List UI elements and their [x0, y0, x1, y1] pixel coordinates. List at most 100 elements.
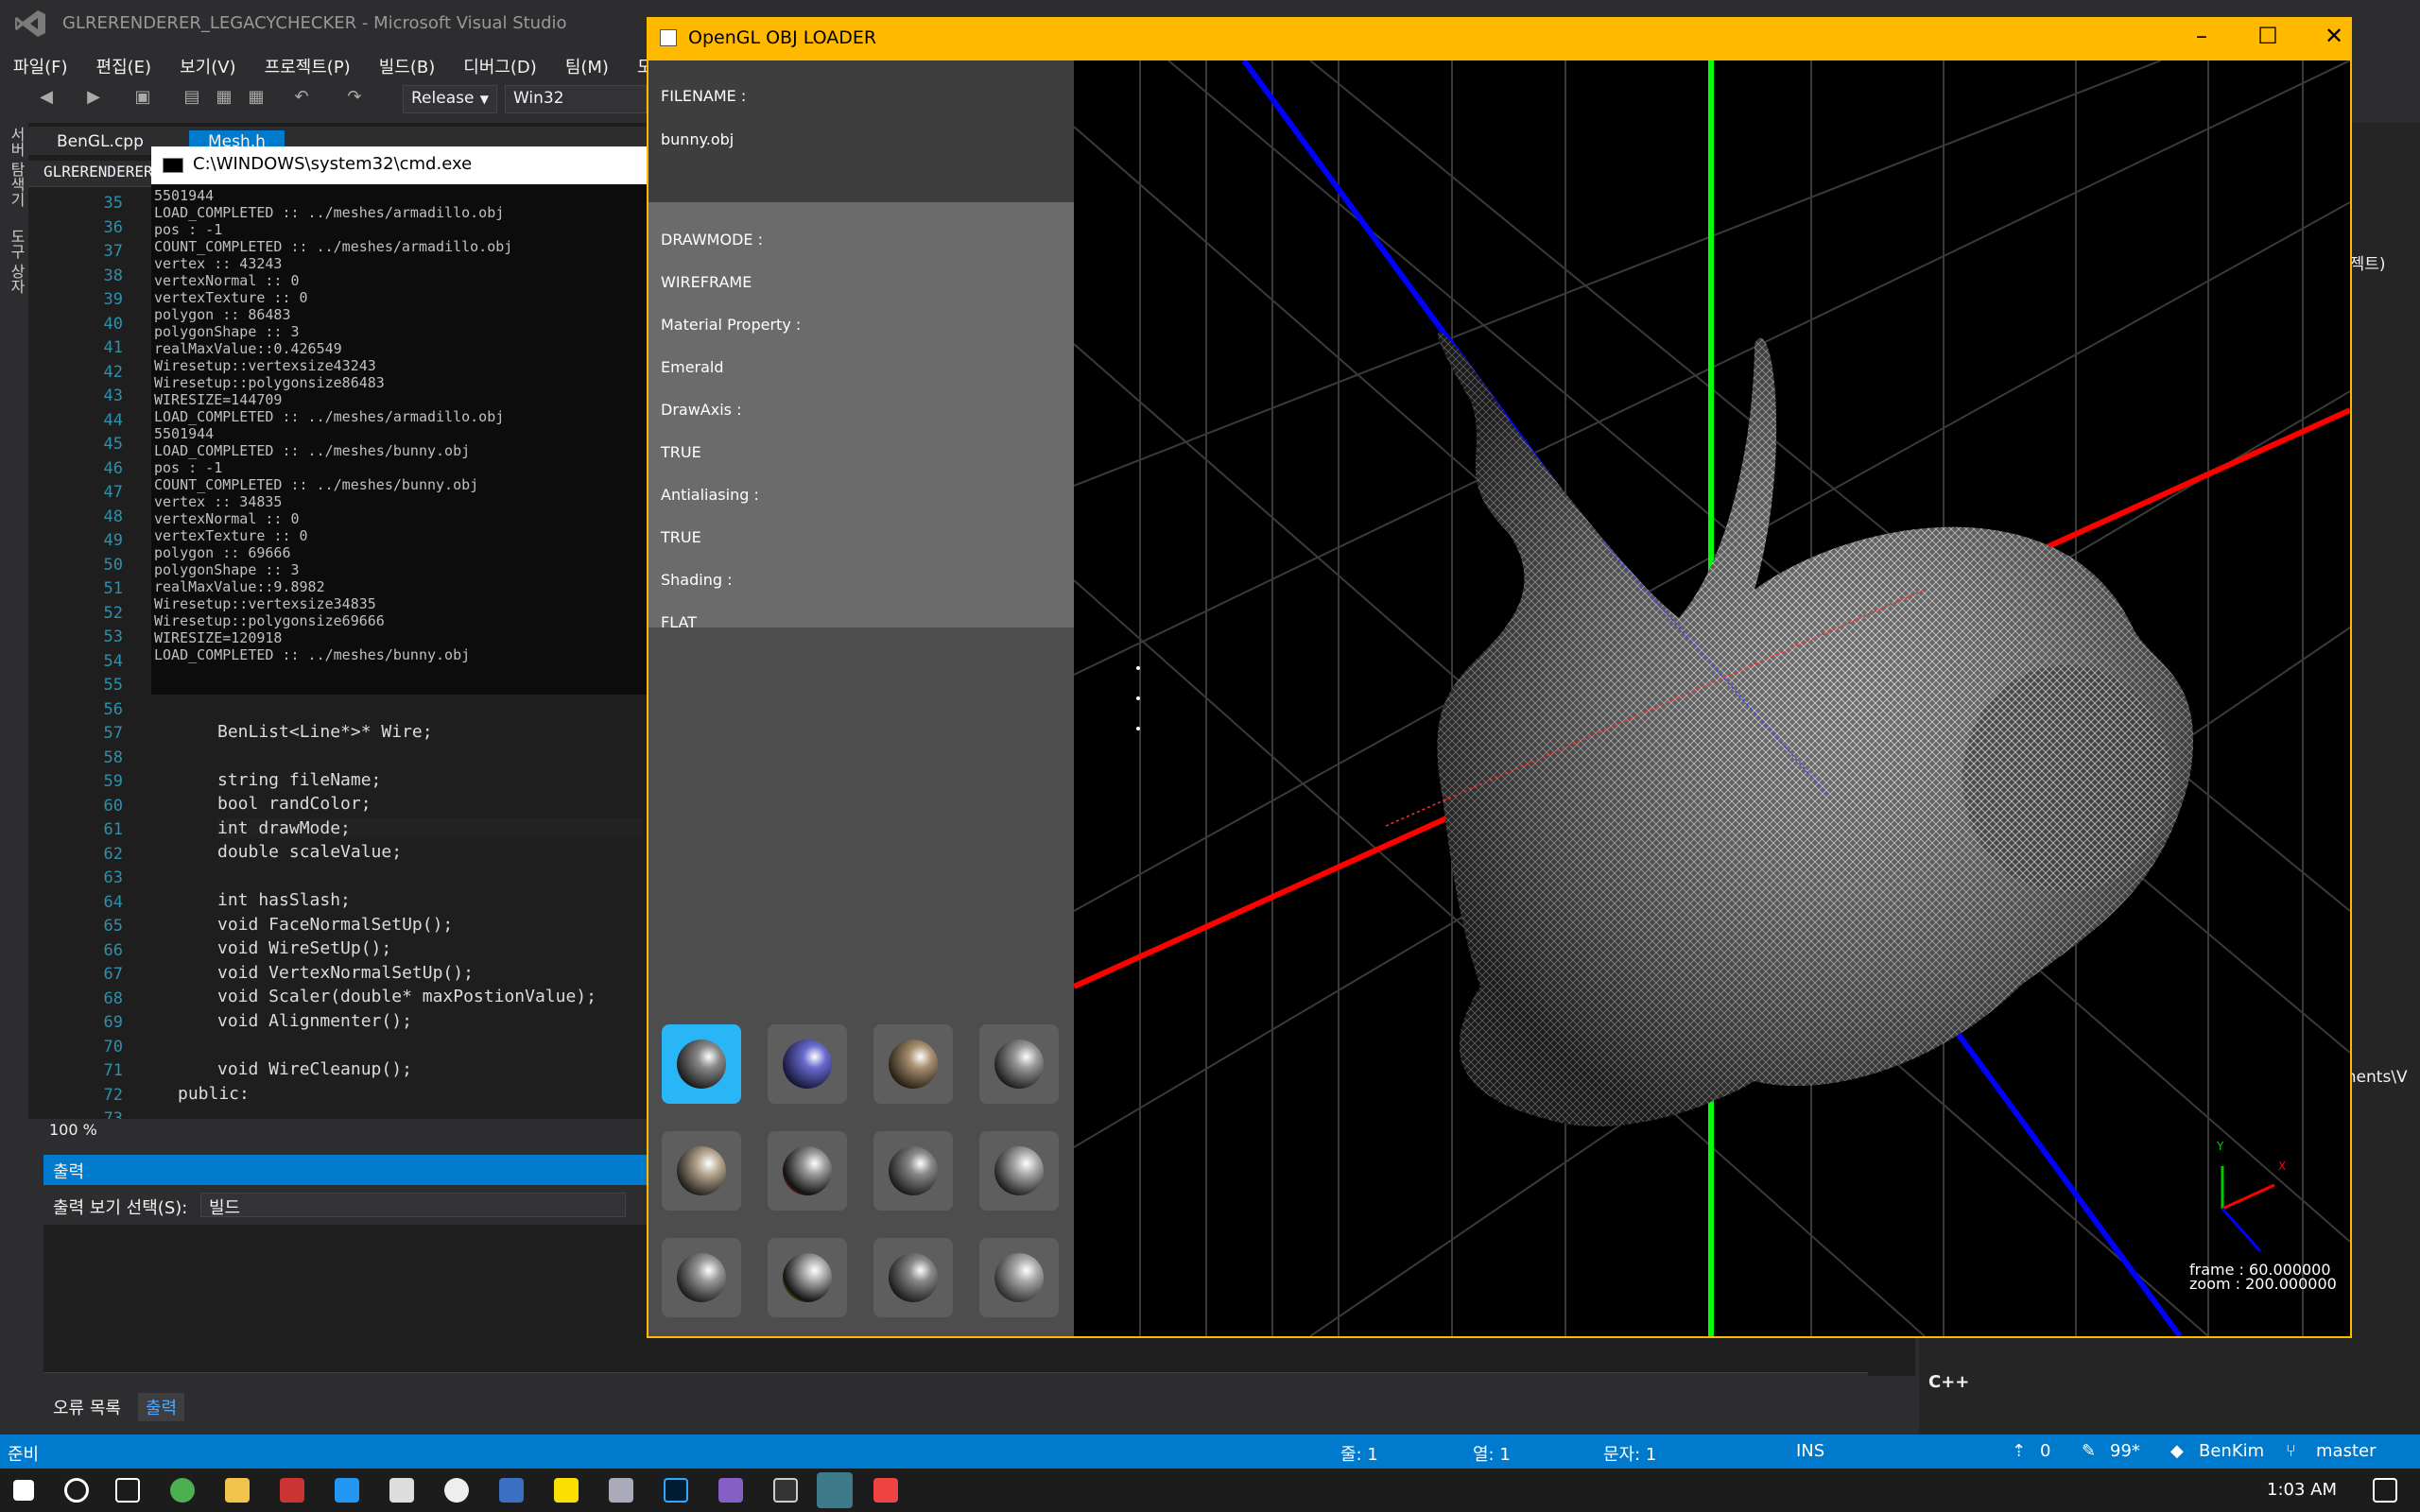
antialiasing-value: TRUE [661, 528, 701, 546]
drawaxis-value: TRUE [661, 443, 701, 461]
search-icon[interactable] [64, 1478, 89, 1503]
cmd-taskbar-icon[interactable] [773, 1478, 798, 1503]
menu-file[interactable]: 파일(F) [13, 54, 68, 78]
gizmo-y-label: Y [2216, 1140, 2224, 1153]
cmd-line: 5501944 [154, 425, 215, 442]
platform-dropdown[interactable]: Win32 [505, 85, 647, 113]
photoshop-icon[interactable] [664, 1478, 688, 1503]
line-number: 59 [103, 772, 123, 791]
close-icon[interactable]: ✕ [2320, 23, 2348, 49]
cmd-line: pos : -1 [154, 459, 223, 476]
line-number: 45 [103, 435, 123, 454]
store-icon[interactable] [389, 1478, 414, 1503]
bottom-tool-tabs: 오류 목록 출력 [43, 1389, 667, 1421]
menu-edit[interactable]: 편집(E) [96, 54, 152, 78]
new-project-icon[interactable]: ▣ [132, 87, 153, 108]
maximize-icon[interactable]: ☐ [2254, 23, 2282, 49]
cmd-title-bar[interactable]: C:\WINDOWS\system32\cmd.exe [151, 146, 652, 184]
undo-icon[interactable]: ↶ [291, 87, 312, 108]
redo-icon[interactable]: ↷ [344, 87, 365, 108]
axis-gizmo: Y X [2216, 1140, 2286, 1252]
windows-start-icon[interactable] [13, 1480, 34, 1501]
material-button-6[interactable] [768, 1131, 847, 1211]
menu-view[interactable]: 보기(V) [180, 54, 235, 78]
material-button-1[interactable] [662, 1024, 741, 1104]
app-icon[interactable] [873, 1478, 898, 1503]
line-number: 57 [103, 724, 123, 743]
status-insert-mode: INS [1796, 1441, 1825, 1461]
material-button-7[interactable] [873, 1131, 953, 1211]
output-select-label: 출력 보기 선택(S): [53, 1198, 188, 1218]
line-number: 52 [103, 604, 123, 623]
drawaxis-label: DrawAxis : [661, 401, 742, 419]
toolbox-tab[interactable]: 도구 상자 [5, 229, 27, 294]
back-icon[interactable]: ◀ [36, 87, 57, 108]
material-button-8[interactable] [979, 1131, 1059, 1211]
line-number: 49 [103, 531, 123, 550]
material-button-4[interactable] [979, 1024, 1059, 1104]
kakaotalk-icon[interactable] [554, 1478, 579, 1503]
opengl-title-bar[interactable]: OpenGL OBJ LOADER – ☐ ✕ [647, 17, 2352, 60]
output-select-dropdown[interactable]: 빌드 [200, 1193, 626, 1218]
cmd-line: realMaxValue::9.8982 [154, 578, 325, 595]
material-value: Emerald [661, 358, 724, 376]
status-user[interactable]: BenKim [2199, 1441, 2264, 1461]
app-icon[interactable] [499, 1478, 524, 1503]
notifications-icon[interactable] [2373, 1478, 2397, 1503]
branch-icon: ⑂ [2286, 1441, 2296, 1461]
material-button-12[interactable] [979, 1238, 1059, 1317]
app-icon[interactable] [280, 1478, 304, 1503]
minimize-icon[interactable]: – [2187, 23, 2216, 49]
tab-error-list[interactable]: 오류 목록 [53, 1395, 121, 1419]
tab-output[interactable]: 출력 [138, 1393, 185, 1421]
cmd-line: vertexNormal :: 0 [154, 272, 300, 289]
app-icon[interactable] [609, 1478, 633, 1503]
filename-block: FILENAME : bunny.obj [648, 60, 1074, 202]
line-number: 35 [103, 194, 123, 213]
status-ready: 준비 [8, 1445, 40, 1465]
3d-viewport[interactable]: Y X frame : 60.000000 zoom : 200.000000 [1074, 60, 2350, 1336]
status-branch[interactable]: master [2316, 1441, 2376, 1461]
line-number: 36 [103, 218, 123, 237]
cmd-line: polygon :: 86483 [154, 306, 291, 323]
tab-bengl-cpp[interactable]: BenGL.cpp [38, 130, 163, 153]
opengl-app-taskbar-icon[interactable] [817, 1472, 853, 1508]
menu-team[interactable]: 팀(M) [565, 54, 609, 78]
save-all-icon[interactable]: ▦ [246, 87, 267, 108]
visual-studio-icon[interactable] [718, 1478, 743, 1503]
material-button-5[interactable] [662, 1131, 741, 1211]
horizontal-scrollbar[interactable] [43, 1372, 1868, 1387]
zoom-level[interactable]: 100 % [49, 1121, 97, 1139]
material-button-10[interactable] [768, 1238, 847, 1317]
save-icon[interactable]: ▦ [214, 87, 234, 108]
line-number: 67 [103, 965, 123, 984]
line-number: 47 [103, 483, 123, 502]
task-view-icon[interactable] [115, 1478, 140, 1503]
cmd-line: vertexTexture :: 0 [154, 289, 308, 306]
material-sphere-icon [889, 1040, 938, 1089]
line-number: 43 [103, 387, 123, 405]
code-line: string fileName; [217, 770, 382, 790]
forward-icon[interactable]: ▶ [83, 87, 104, 108]
status-changes[interactable]: 99* [2110, 1441, 2140, 1461]
solution-config-dropdown[interactable]: Release ▼ [403, 85, 497, 113]
menu-debug[interactable]: 디버그(D) [463, 54, 537, 78]
material-button-11[interactable] [873, 1238, 953, 1317]
file-explorer-icon[interactable] [225, 1478, 250, 1503]
github-icon[interactable] [444, 1478, 469, 1503]
line-number: 70 [103, 1038, 123, 1057]
chrome-icon[interactable] [170, 1478, 195, 1503]
material-button-2[interactable] [768, 1024, 847, 1104]
material-button-9[interactable] [662, 1238, 741, 1317]
open-folder-icon[interactable]: ▤ [182, 87, 202, 108]
status-unpushed[interactable]: 0 [2040, 1441, 2050, 1461]
menu-build[interactable]: 빌드(B) [379, 54, 436, 78]
server-explorer-tab[interactable]: 서버 탐색기 [5, 127, 27, 207]
code-line: void Alignmenter(); [217, 1011, 412, 1031]
code-line: double scaleValue; [217, 842, 403, 862]
material-sphere-icon [994, 1253, 1044, 1302]
material-button-3[interactable] [873, 1024, 953, 1104]
app-icon[interactable] [335, 1478, 359, 1503]
clock[interactable]: 1:03 AM [2267, 1480, 2337, 1500]
menu-project[interactable]: 프로젝트(P) [265, 54, 351, 78]
